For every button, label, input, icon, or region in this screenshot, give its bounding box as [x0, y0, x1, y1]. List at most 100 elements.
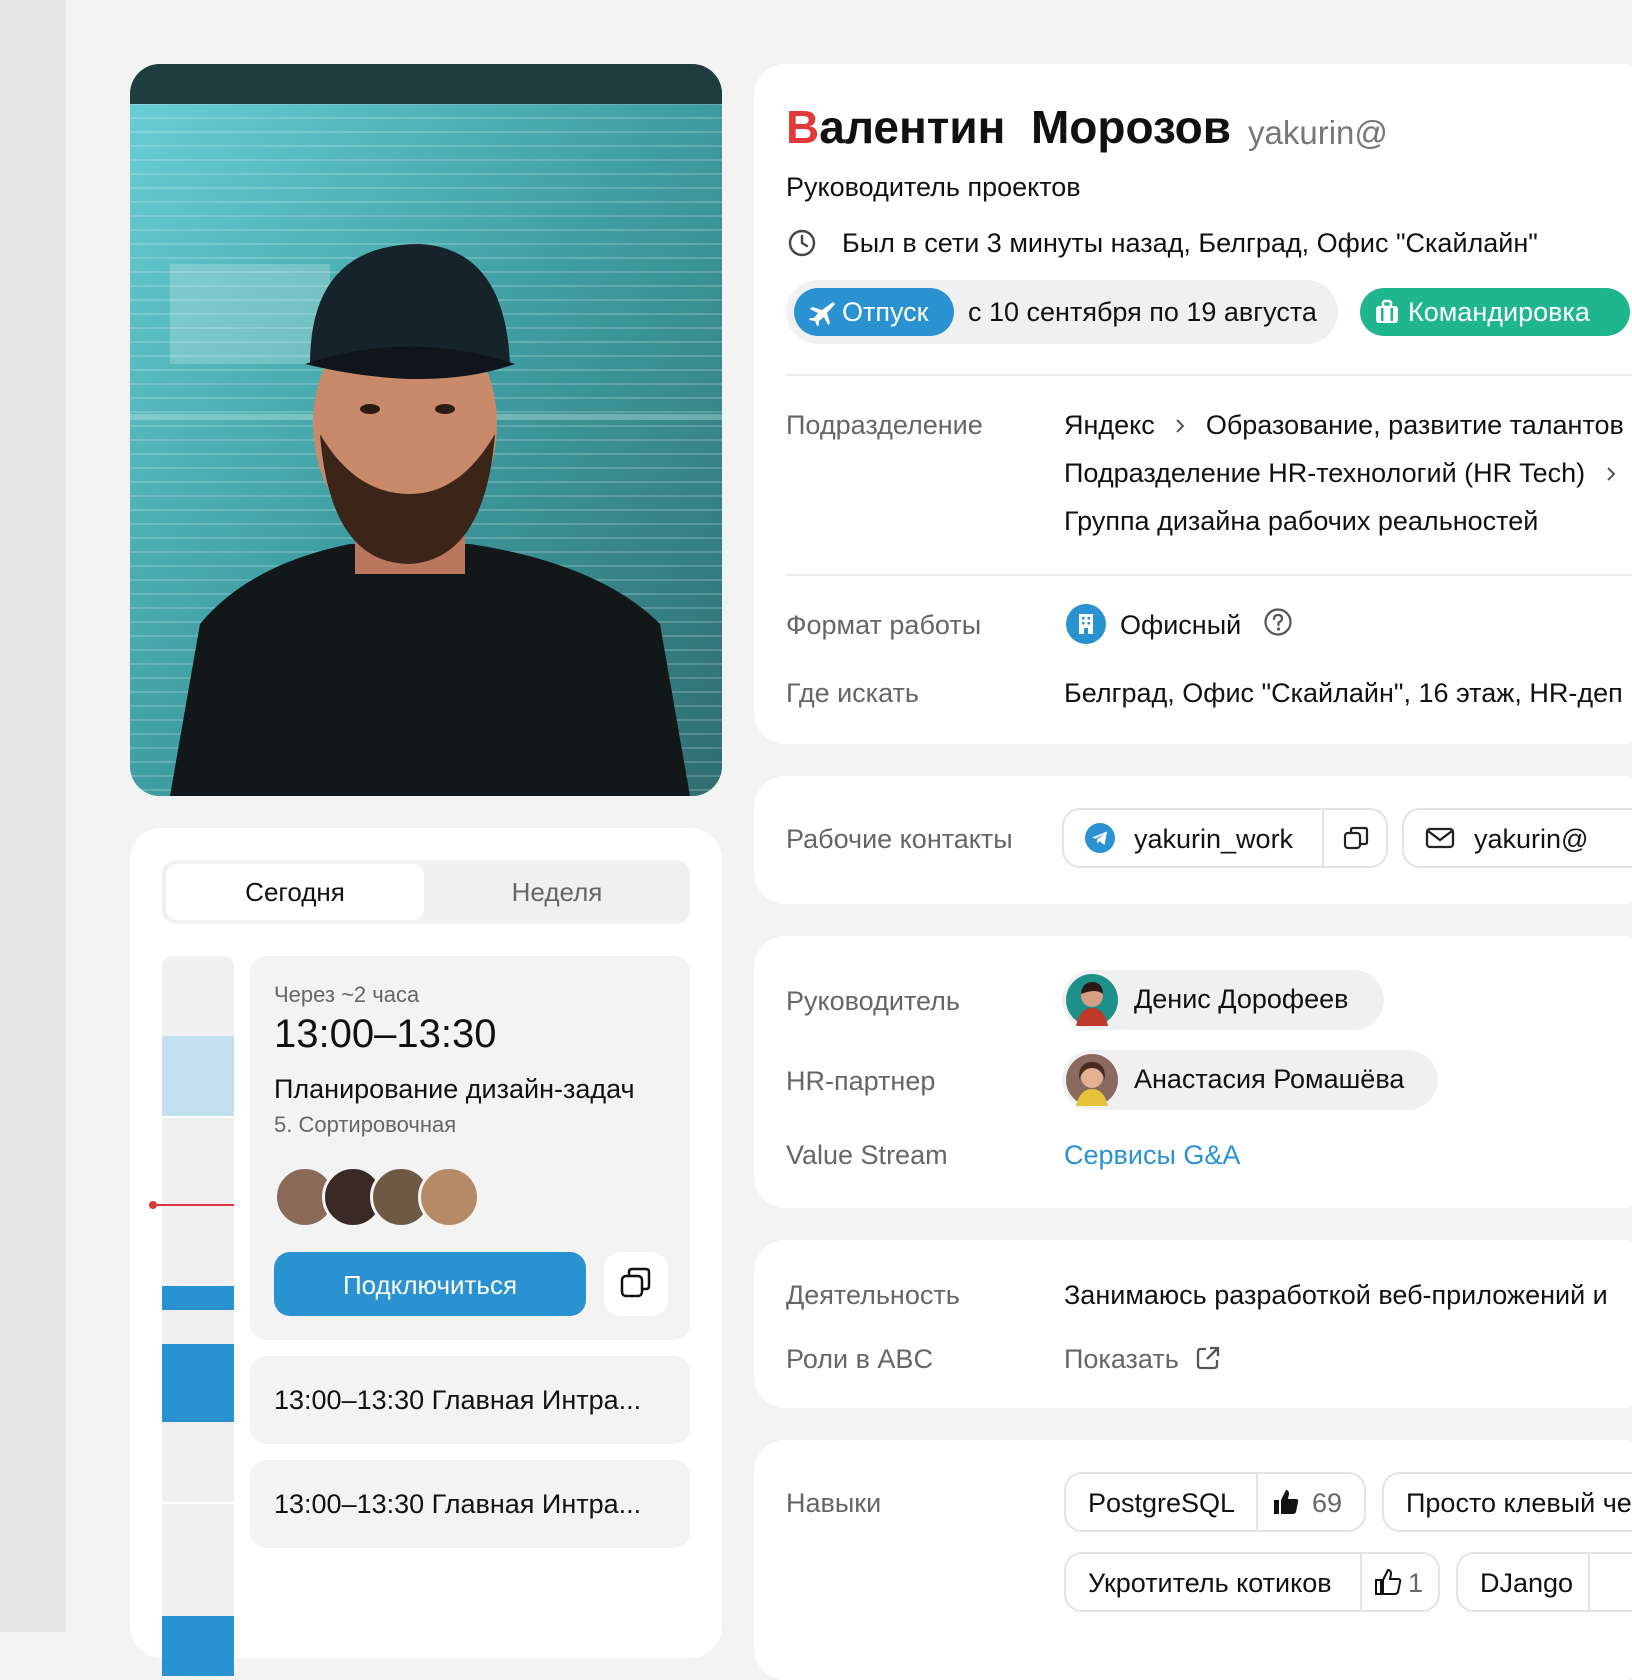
- meeting-list-item[interactable]: 13:00–13:30 Главная Интра...: [250, 1460, 690, 1548]
- email-contact[interactable]: yakurin@: [1402, 808, 1632, 868]
- value-stream-label: Value Stream: [786, 1140, 948, 1170]
- thumbs-up-filled-icon[interactable]: [1270, 1486, 1302, 1518]
- skill-chip[interactable]: Укротитель котиков 1: [1064, 1552, 1440, 1612]
- schedule-tabs: Сегодня Неделя: [162, 860, 690, 924]
- location-value: Белград, Офис "Скайлайн", 16 этаж, HR-де…: [1064, 678, 1623, 708]
- skill-chip[interactable]: Просто клевый че: [1382, 1472, 1632, 1532]
- vacation-badge: Отпуск: [794, 288, 954, 336]
- hr-partner-name[interactable]: Анастасия Ромашёва: [1134, 1064, 1404, 1095]
- skill-name: DJango: [1480, 1568, 1574, 1598]
- timeline-busy-slot: [162, 1616, 234, 1676]
- business-trip-label: Командировка: [1408, 297, 1590, 327]
- day-timeline: [162, 956, 234, 1676]
- skill-chip[interactable]: PostgreSQL 69: [1064, 1472, 1366, 1532]
- timeline-busy-slot: [162, 1036, 234, 1116]
- help-icon[interactable]: [1262, 606, 1294, 638]
- meeting-list-item[interactable]: 13:00–13:30 Главная Интра...: [250, 1356, 690, 1444]
- manager-chip[interactable]: Денис Дорофеев: [1062, 970, 1384, 1030]
- profile-photo: [130, 64, 722, 796]
- vacation-dates: с 10 сентября по 19 августа: [968, 297, 1317, 327]
- telegram-contact[interactable]: yakurin_work: [1062, 808, 1388, 868]
- copy-icon: [620, 1267, 651, 1298]
- department-link[interactable]: Образование, развитие талантов: [1206, 410, 1624, 440]
- department-link[interactable]: Яндекс: [1064, 410, 1155, 440]
- business-trip-badge: Командировка: [1360, 288, 1630, 336]
- divider: [786, 374, 1632, 376]
- activity-label: Деятельность: [786, 1280, 960, 1310]
- tab-today[interactable]: Сегодня: [166, 864, 424, 920]
- skill-likes-count: 69: [1312, 1488, 1343, 1518]
- office-building-icon: [1064, 602, 1108, 646]
- left-edge-strip: [0, 0, 66, 1632]
- vacation-status: Отпуск с 10 сентября по 19 августа: [786, 280, 1338, 344]
- email-address[interactable]: yakurin@: [1474, 824, 1588, 855]
- schedule-panel: Сегодня Неделя Через ~2 часа 13:00–13:30…: [130, 828, 722, 1676]
- online-status-text: Был в сети 3 минуты назад, Белград, Офис…: [842, 228, 1538, 258]
- divider: [1256, 1474, 1258, 1530]
- vacation-label: Отпуск: [842, 297, 929, 327]
- suitcase-icon: [1376, 299, 1398, 323]
- department-link[interactable]: Группа дизайна рабочих реальностей: [1064, 506, 1538, 537]
- timeline-divider: [162, 1502, 234, 1504]
- value-stream-link[interactable]: Сервисы G&A: [1064, 1140, 1240, 1171]
- profile-header-card: Валентин Морозов yakurin@ Руководитель п…: [754, 64, 1632, 744]
- abc-roles-show-text[interactable]: Показать: [1064, 1344, 1179, 1374]
- hr-partner-chip[interactable]: Анастасия Ромашёва: [1062, 1050, 1438, 1110]
- employee-login[interactable]: yakurin@: [1248, 114, 1388, 152]
- last-name: Морозов: [1030, 101, 1232, 153]
- mail-icon: [1425, 827, 1455, 849]
- department-label: Подразделение: [786, 410, 983, 440]
- telegram-icon: [1085, 823, 1115, 853]
- meeting-title: Планирование дизайн-задач: [274, 1074, 635, 1104]
- external-link-icon: [1197, 1346, 1220, 1370]
- timeline-busy-slot: [162, 1344, 234, 1422]
- abc-roles-label: Роли в ABC: [786, 1344, 933, 1374]
- work-format-label: Формат работы: [786, 610, 982, 640]
- name-initial: В: [786, 101, 820, 153]
- avatar[interactable]: [418, 1166, 480, 1228]
- meeting-room: 5. Сортировочная: [274, 1112, 457, 1137]
- divider: [1322, 810, 1324, 866]
- skill-name: Просто клевый че: [1406, 1488, 1632, 1518]
- department-link[interactable]: Подразделение HR-технологий (HR Tech): [1064, 458, 1585, 488]
- join-meeting-button[interactable]: Подключиться: [274, 1252, 586, 1316]
- skill-likes-count: 1: [1408, 1568, 1424, 1598]
- skill-name: Укротитель котиков: [1088, 1568, 1332, 1598]
- timeline-busy-slot: [162, 1286, 234, 1310]
- avatar: [1066, 1054, 1118, 1106]
- skill-name: PostgreSQL: [1088, 1488, 1236, 1518]
- people-card: Руководитель Денис Дорофеев HR-партнер А…: [754, 936, 1632, 1208]
- divider: [1360, 1554, 1362, 1610]
- telegram-handle[interactable]: yakurin_work: [1134, 824, 1293, 855]
- divider: [1588, 1554, 1590, 1610]
- contacts-label: Рабочие контакты: [786, 824, 1013, 854]
- next-meeting-card[interactable]: Через ~2 часа 13:00–13:30 Планирование д…: [250, 956, 690, 1340]
- copy-icon[interactable]: [1340, 822, 1372, 854]
- tab-week[interactable]: Неделя: [428, 864, 686, 920]
- copy-link-button[interactable]: [604, 1252, 668, 1316]
- work-format-value: Офисный: [1120, 610, 1242, 640]
- airplane-icon: [809, 302, 835, 326]
- contacts-card: Рабочие контакты yakurin_work yakurin@: [754, 776, 1632, 904]
- activity-card: Деятельность Занимаюсь разработкой веб-п…: [754, 1240, 1632, 1408]
- manager-name[interactable]: Денис Дорофеев: [1134, 984, 1349, 1015]
- thumbs-up-outline-icon[interactable]: [1372, 1566, 1404, 1598]
- current-time-line: [152, 1204, 234, 1206]
- skill-chip[interactable]: DJango: [1456, 1552, 1632, 1612]
- employee-position: Руководитель проектов: [786, 172, 1081, 202]
- divider: [786, 574, 1632, 576]
- activity-value: Занимаюсь разработкой веб-приложений и: [1064, 1280, 1608, 1310]
- chevron-right-icon: [1176, 419, 1185, 433]
- department-breadcrumb-line-2: Подразделение HR-технологий (HR Tech): [1064, 458, 1629, 489]
- meeting-participants: [274, 1166, 494, 1228]
- first-name-rest: алентин: [819, 101, 1006, 153]
- meeting-countdown: Через ~2 часа: [274, 982, 420, 1007]
- clock-icon: [788, 229, 816, 257]
- manager-label: Руководитель: [786, 986, 960, 1016]
- abc-roles-show-link[interactable]: Показать: [1064, 1344, 1222, 1375]
- current-time-dot: [149, 1201, 157, 1209]
- department-breadcrumb: Яндекс Образование, развитие талантов: [1064, 410, 1624, 441]
- chevron-right-icon: [1606, 467, 1616, 481]
- avatar: [1066, 974, 1118, 1026]
- profile-photo-illustration: [130, 64, 722, 796]
